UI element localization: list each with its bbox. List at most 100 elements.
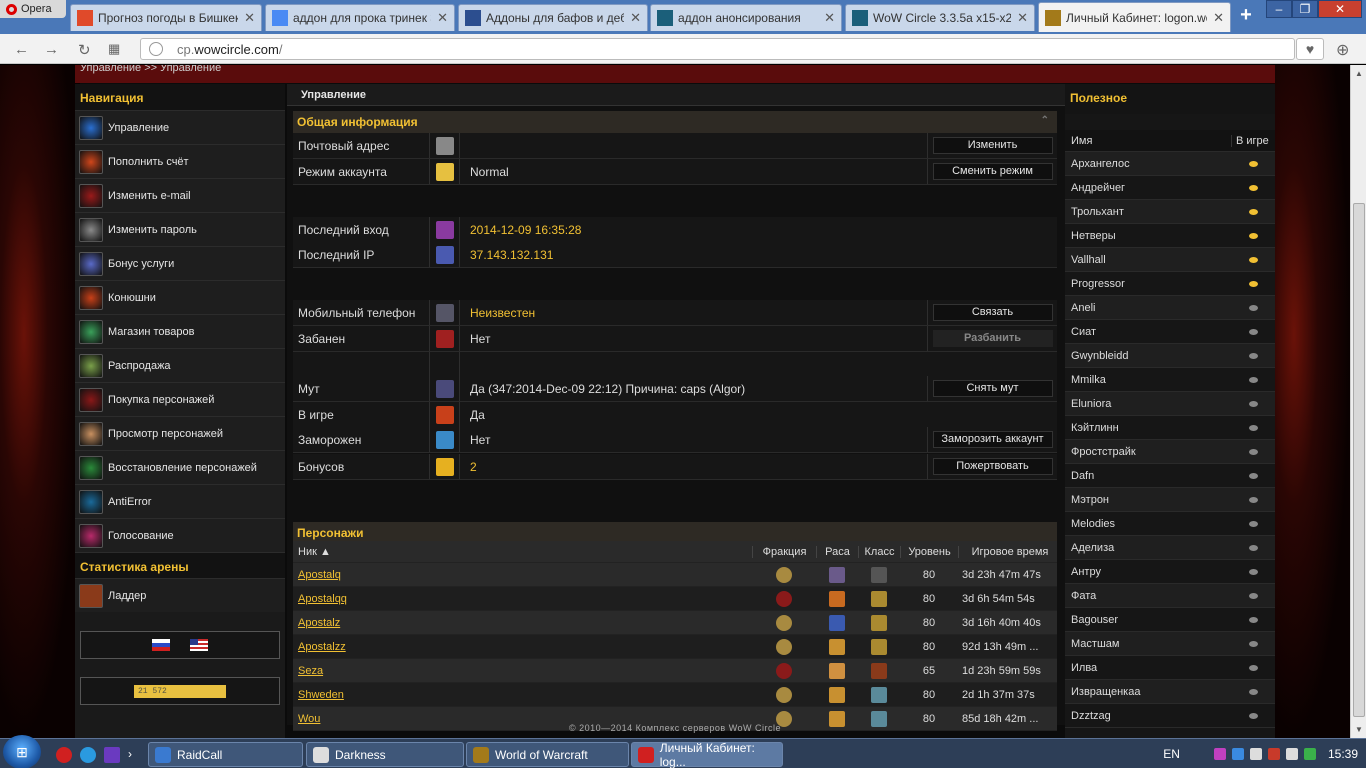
player-row: Андрейчег — [1065, 176, 1275, 200]
race-cell — [816, 566, 858, 583]
player-row: Dafn — [1065, 464, 1275, 488]
tab-close-icon[interactable]: ✕ — [824, 10, 835, 26]
nav-item[interactable]: Восстановление персонажей — [75, 450, 285, 484]
tab-close-icon[interactable]: ✕ — [1213, 10, 1224, 26]
nav-item[interactable]: Изменить e-mail — [75, 178, 285, 212]
character-link[interactable]: Seza — [298, 665, 323, 677]
new-tab-button[interactable]: + — [1236, 5, 1256, 26]
speed-dial-icon[interactable]: ▦ — [108, 41, 120, 57]
column-header[interactable]: Фракция — [752, 545, 816, 558]
start-button[interactable]: ⊞ — [3, 735, 41, 768]
scroll-thumb[interactable] — [1353, 203, 1365, 717]
tab-close-icon[interactable]: ✕ — [1017, 10, 1028, 26]
web-page: Управление >> Управление Навигация Управ… — [0, 65, 1350, 738]
tab-close-icon[interactable]: ✕ — [437, 10, 448, 26]
character-link[interactable]: Shweden — [298, 689, 344, 701]
player-row: Трольхант — [1065, 200, 1275, 224]
flag-tray-icon[interactable] — [1267, 748, 1280, 760]
reload-icon[interactable]: ↻ — [78, 41, 91, 59]
scroll-up-icon[interactable]: ▲ — [1355, 69, 1363, 78]
nvidia-icon[interactable] — [1303, 748, 1316, 760]
nav-item[interactable]: Распродажа — [75, 348, 285, 382]
nav-item[interactable]: Управление — [75, 110, 285, 144]
info-icon — [435, 162, 454, 181]
column-header[interactable]: Класс — [858, 545, 900, 558]
restore-button[interactable]: ❐ — [1292, 0, 1318, 18]
race-icon — [829, 662, 845, 679]
character-link[interactable]: Apostalzz — [298, 641, 346, 653]
media-quick-icon[interactable] — [104, 747, 120, 763]
nav-item-icon — [79, 319, 103, 344]
flag-us-icon[interactable] — [190, 639, 208, 651]
character-link[interactable]: Apostalqq — [298, 593, 347, 605]
taskbar-button[interactable]: Darkness — [306, 742, 464, 767]
tray-app-icon[interactable] — [1213, 748, 1226, 760]
scroll-down-icon[interactable]: ▼ — [1355, 725, 1363, 734]
browser-tab[interactable]: аддон анонсирования ✕ — [650, 4, 842, 31]
character-link[interactable]: Apostalq — [298, 569, 341, 581]
page-scrollbar[interactable]: ▲ ▼ — [1350, 65, 1366, 738]
nav-item[interactable]: Голосование — [75, 518, 285, 552]
character-name-cell: Apostalq — [293, 569, 752, 581]
player-name: Сиат — [1071, 325, 1097, 338]
volume-icon[interactable] — [1249, 748, 1262, 760]
action-button[interactable]: Связать — [932, 304, 1053, 321]
flag-ru-icon[interactable] — [152, 639, 170, 651]
tab-close-icon[interactable]: ✕ — [244, 10, 255, 26]
bookmark-heart-icon[interactable]: ♥ — [1296, 38, 1324, 60]
player-row: Илва — [1065, 656, 1275, 680]
action-button[interactable]: Разбанить — [932, 330, 1053, 347]
taskbar-button[interactable]: Личный Кабинет: log... — [631, 741, 783, 768]
player-name: Мэтрон — [1071, 493, 1110, 506]
download-icon[interactable]: ⊕ — [1336, 40, 1349, 60]
visit-counter[interactable]: 21 572 — [134, 684, 226, 698]
url-field[interactable]: cp. wowcircle.com / — [140, 38, 1295, 60]
collapse-icon[interactable]: ⌃ — [1041, 115, 1049, 126]
action-button[interactable]: Заморозить аккаунт — [932, 431, 1053, 448]
opera-quick-icon[interactable] — [56, 747, 72, 763]
forward-icon[interactable]: → — [44, 41, 59, 58]
browser-tab[interactable]: WoW Circle 3.3.5a x15-x20 c ✕ — [845, 4, 1035, 31]
action-button[interactable]: Изменить — [932, 137, 1053, 154]
column-header[interactable]: Ник ▲ — [293, 546, 752, 558]
browser-tab[interactable]: Аддоны для бафов и дебафф ✕ — [458, 4, 648, 31]
minimize-button[interactable]: – — [1266, 0, 1292, 18]
action-button[interactable]: Пожертвовать — [932, 458, 1053, 475]
class-cell — [858, 662, 900, 679]
nav-item[interactable]: Пополнить счёт — [75, 144, 285, 178]
network-icon[interactable] — [1231, 748, 1244, 760]
action-button[interactable]: Сменить режим — [932, 163, 1053, 180]
nav-item[interactable]: Бонус услуги — [75, 246, 285, 280]
back-icon[interactable]: ← — [14, 41, 29, 58]
column-header[interactable]: Раса — [816, 545, 858, 558]
close-window-button[interactable]: ✕ — [1318, 0, 1362, 18]
nav-item[interactable]: AntiError — [75, 484, 285, 518]
nav-item-label: Распродажа — [108, 359, 171, 372]
player-row: Фростстрайк — [1065, 440, 1275, 464]
nav-item-label: Покупка персонажей — [108, 393, 215, 406]
opera-menu-button[interactable]: Opera — [0, 0, 66, 18]
nav-item[interactable]: Изменить пароль — [75, 212, 285, 246]
faction-cell — [752, 686, 816, 703]
taskbar-button[interactable]: RaidCall — [148, 742, 303, 767]
character-link[interactable]: Apostalz — [298, 617, 340, 629]
character-row: Apostalzz 80 92d 13h 49m ... — [293, 635, 1057, 659]
nav-item[interactable]: Конюшни — [75, 280, 285, 314]
browser-tab[interactable]: Личный Кабинет: logon.wow ✕ — [1038, 2, 1231, 32]
skype-quick-icon[interactable] — [80, 747, 96, 763]
nav-item[interactable]: Магазин товаров — [75, 314, 285, 348]
taskbar-button[interactable]: World of Warcraft — [466, 742, 629, 767]
column-header[interactable]: Уровень — [900, 545, 958, 558]
nav-item[interactable]: Просмотр персонажей — [75, 416, 285, 450]
browser-tab[interactable]: аддон для прока тринек 3.3 ✕ — [265, 4, 455, 31]
action-button[interactable]: Снять мут — [932, 380, 1053, 397]
site-info-icon[interactable] — [149, 42, 163, 56]
nav-item[interactable]: Покупка персонажей — [75, 382, 285, 416]
language-indicator[interactable]: EN — [1163, 747, 1180, 761]
wifi-icon[interactable] — [1285, 748, 1298, 760]
tab-close-icon[interactable]: ✕ — [630, 10, 641, 26]
browser-tab[interactable]: Прогноз погоды в Бишкеке ✕ — [70, 4, 262, 31]
nav-item-ladder[interactable]: Ладдер — [75, 578, 285, 612]
more-chevron-icon[interactable]: › — [128, 747, 144, 763]
column-header[interactable]: Игровое время — [958, 545, 1057, 558]
